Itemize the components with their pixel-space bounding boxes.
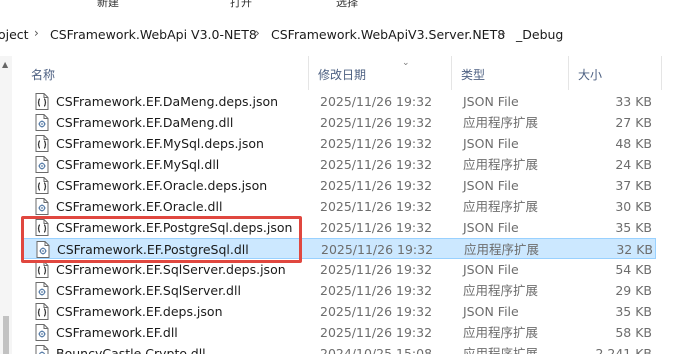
breadcrumb-item[interactable]: CSFramework.WebApi V3.0-NET8	[50, 27, 257, 42]
file-row[interactable]: CSFramework.EF.MySql.deps.json 2025/11/2…	[22, 133, 656, 154]
file-date-modified: 2025/11/26 19:32	[320, 136, 433, 151]
file-name: CSFramework.EF.dll	[56, 325, 178, 340]
file-row[interactable]: CSFramework.EF.MySql.dll 2025/11/26 19:3…	[22, 154, 656, 175]
file-date-modified: 2025/11/26 19:32	[320, 199, 433, 214]
file-type: 应用程序扩展	[463, 199, 539, 214]
dll-file-icon	[35, 198, 49, 215]
file-type: 应用程序扩展	[463, 346, 539, 354]
file-size: 54 KB	[615, 262, 652, 277]
file-size: 35 KB	[615, 220, 652, 235]
file-date-modified: 2025/11/26 19:32	[320, 325, 433, 340]
file-size: 37 KB	[615, 178, 652, 193]
json-file-icon	[35, 261, 49, 278]
file-type: JSON File	[463, 178, 519, 193]
file-date-modified: 2025/11/26 19:32	[320, 115, 433, 130]
file-date-modified: 2025/11/26 19:32	[320, 157, 433, 172]
dll-file-icon	[35, 324, 49, 341]
sort-descending-icon: ⌄	[402, 58, 410, 68]
file-date-modified: 2025/11/26 19:32	[320, 283, 433, 298]
dll-file-icon	[35, 114, 49, 131]
file-row[interactable]: CSFramework.EF.SqlServer.deps.json 2025/…	[22, 259, 656, 280]
navigation-pane-scrollbar[interactable]: ▲	[0, 56, 12, 354]
column-header-name[interactable]: 名称	[22, 56, 309, 90]
file-name: CSFramework.EF.PostgreSql.deps.json	[56, 220, 293, 235]
dll-file-icon	[35, 156, 49, 173]
column-header-date[interactable]: 修改日期	[309, 56, 452, 90]
file-type: 应用程序扩展	[463, 157, 539, 172]
file-name: CSFramework.EF.DaMeng.dll	[56, 115, 234, 130]
file-type: JSON File	[463, 262, 519, 277]
file-size: 30 KB	[615, 199, 652, 214]
file-size: 29 KB	[615, 283, 652, 298]
file-name: CSFramework.EF.MySql.dll	[56, 157, 220, 172]
scroll-up-icon[interactable]: ▲	[2, 60, 8, 69]
file-type: 应用程序扩展	[463, 325, 539, 340]
file-type: 应用程序扩展	[464, 242, 540, 257]
chevron-right-icon[interactable]: ›	[255, 26, 260, 40]
json-file-icon	[35, 303, 49, 320]
file-size: 58 KB	[615, 325, 652, 340]
file-name: BouncyCastle.Crypto.dll	[56, 346, 206, 354]
file-name: CSFramework.EF.SqlServer.deps.json	[56, 262, 286, 277]
file-type: 应用程序扩展	[463, 115, 539, 130]
file-size: 27 KB	[615, 115, 652, 130]
file-type: 应用程序扩展	[463, 283, 539, 298]
file-type: JSON File	[463, 220, 519, 235]
breadcrumb-item[interactable]: CSFramework.WebApiV3.Server.NET8	[271, 27, 505, 42]
json-file-icon	[35, 93, 49, 110]
scrollbar-thumb[interactable]	[3, 316, 9, 354]
dll-file-icon	[36, 241, 50, 258]
file-size: 35 KB	[615, 304, 652, 319]
dll-file-icon	[35, 345, 49, 354]
file-size: 2,241 KB	[595, 346, 652, 354]
file-size: 24 KB	[615, 157, 652, 172]
select-button[interactable]: 选择	[336, 0, 358, 10]
file-name: CSFramework.EF.SqlServer.dll	[56, 283, 241, 298]
column-header: 名称 修改日期 类型 大小 ⌄	[22, 56, 662, 90]
file-date-modified: 2025/11/26 19:32	[320, 94, 433, 109]
file-date-modified: 2024/10/25 15:08	[320, 346, 433, 354]
dll-file-icon	[35, 282, 49, 299]
file-name: CSFramework.EF.DaMeng.deps.json	[56, 94, 279, 109]
breadcrumb: oject › CSFramework.WebApi V3.0-NET8 › C…	[0, 22, 700, 48]
file-row[interactable]: CSFramework.EF.dll 2025/11/26 19:32 应用程序…	[22, 322, 656, 343]
file-size: 48 KB	[615, 136, 652, 151]
file-row[interactable]: CSFramework.EF.DaMeng.deps.json 2025/11/…	[22, 91, 656, 112]
chevron-right-icon[interactable]: ›	[34, 26, 39, 40]
file-type: JSON File	[463, 136, 519, 151]
file-name: CSFramework.EF.Oracle.dll	[56, 199, 223, 214]
breadcrumb-item[interactable]: _Debug	[516, 27, 563, 42]
ribbon: 新建 打开 选择	[0, 0, 700, 13]
file-date-modified: 2025/11/26 19:32	[320, 178, 433, 193]
json-file-icon	[35, 177, 49, 194]
file-row[interactable]: BouncyCastle.Crypto.dll 2024/10/25 15:08…	[22, 343, 656, 354]
file-row[interactable]: CSFramework.EF.Oracle.dll 2025/11/26 19:…	[22, 196, 656, 217]
file-row[interactable]: CSFramework.EF.Oracle.deps.json 2025/11/…	[22, 175, 656, 196]
file-row[interactable]: CSFramework.EF.SqlServer.dll 2025/11/26 …	[22, 280, 656, 301]
file-name: CSFramework.EF.MySql.deps.json	[56, 136, 264, 151]
file-type: JSON File	[463, 304, 519, 319]
file-row[interactable]: CSFramework.EF.PostgreSql.deps.json 2025…	[22, 217, 656, 238]
file-size: 32 KB	[616, 242, 653, 257]
open-button[interactable]: 打开	[230, 0, 252, 10]
file-type: JSON File	[463, 94, 519, 109]
file-row[interactable]: CSFramework.EF.DaMeng.dll 2025/11/26 19:…	[22, 112, 656, 133]
file-date-modified: 2025/11/26 19:32	[320, 220, 433, 235]
file-name: CSFramework.EF.deps.json	[56, 304, 223, 319]
new-button[interactable]: 新建	[97, 0, 119, 10]
chevron-right-icon[interactable]: ›	[501, 26, 506, 40]
file-row[interactable]: CSFramework.EF.deps.json 2025/11/26 19:3…	[22, 301, 656, 322]
file-name: CSFramework.EF.PostgreSql.dll	[57, 242, 249, 257]
file-size: 33 KB	[615, 94, 652, 109]
json-file-icon	[35, 219, 49, 236]
breadcrumb-item[interactable]: oject	[0, 27, 29, 42]
column-header-size[interactable]: 大小	[569, 56, 662, 90]
file-row[interactable]: CSFramework.EF.PostgreSql.dll 2025/11/26…	[22, 238, 656, 259]
file-name: CSFramework.EF.Oracle.deps.json	[56, 178, 268, 193]
column-header-type[interactable]: 类型	[452, 56, 569, 90]
json-file-icon	[35, 135, 49, 152]
file-date-modified: 2025/11/26 19:32	[320, 304, 433, 319]
file-date-modified: 2025/11/26 19:32	[321, 242, 434, 257]
file-date-modified: 2025/11/26 19:32	[320, 262, 433, 277]
